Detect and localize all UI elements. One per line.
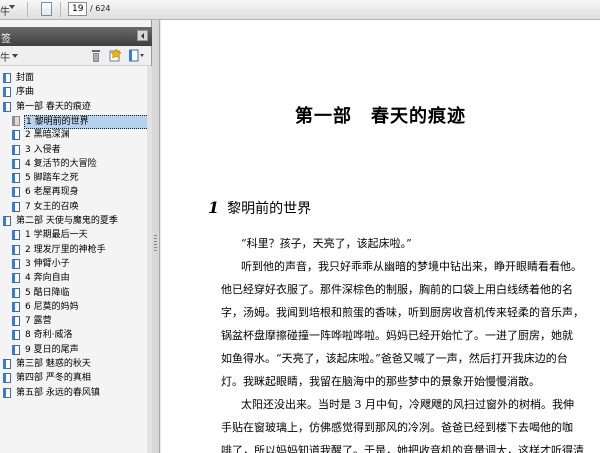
expand-bookmark-icon[interactable] [129, 49, 144, 62]
bookmark-label: 3 入侵者 [25, 144, 61, 155]
page-total-label: / 624 [90, 4, 111, 13]
bookmark-label: 1 学期最后一天 [25, 230, 88, 241]
bookmark-icon [12, 130, 20, 141]
toolbar-divider [60, 2, 61, 17]
bookmark-icon [3, 387, 11, 398]
bookmark-icon [12, 187, 20, 198]
bookmark-label: 第一部 春天的痕迹 [16, 101, 91, 112]
bookmark-label: 封面 [16, 73, 35, 83]
delete-bookmark-icon[interactable] [91, 50, 101, 62]
bookmark-icon [12, 115, 20, 126]
bookmark-label: 9 夏日的尾声 [25, 344, 79, 355]
document-page: 第一部 春天的痕迹 1 黎明前的世界 “科里？孩子，天亮了，该起床啦。” 听到他的声… [161, 20, 600, 453]
body-text-line: 如鱼得水。“天亮了，该起床啦。”爸爸又喊了一声，然后打开我床边的台 [221, 352, 568, 365]
bookmark-label: 7 女王的召唤 [25, 201, 79, 212]
bookmark-label: 5 酷日降临 [25, 287, 70, 298]
splitter-grip-icon[interactable] [154, 235, 157, 253]
bookmark-label: 第五部 永远的春风镇 [16, 387, 100, 398]
chapter-title: 黎明前的世界 [227, 201, 312, 217]
bookmark-icon [12, 301, 20, 312]
bookmark-icon [12, 258, 20, 269]
toolbar-divider [27, 2, 28, 17]
bookmark-label: 7 露营 [25, 316, 52, 327]
bookmark-label: 第二部 天使与魔鬼的夏季 [16, 216, 118, 226]
bookmark-icon [3, 87, 11, 98]
main-toolbar: 牛 19 / 624 [0, 0, 600, 20]
bookmark-tree: 封面序曲第一部 春天的痕迹 1 黎明前的世界 2 黑暗深渊 3 入侵者 4 复活节的大冒… [0, 72, 147, 447]
bookmark-label: 8 奇利·威洛 [25, 330, 73, 341]
chevron-down-icon[interactable] [12, 54, 18, 58]
bookmark-icon [12, 273, 20, 284]
bookmark-icon [3, 373, 11, 384]
bookmark-label: 第三部 魅惑的秋天 [16, 359, 91, 369]
bookmark-label: 6 尼莫的妈妈 [25, 301, 79, 312]
chevron-down-icon[interactable] [9, 5, 15, 9]
body-text-line: 他已经穿好衣服了。那件深棕色的制服，胸前的口袋上用白线绣着他的名 [221, 283, 573, 296]
panel-header: 签 [0, 27, 152, 46]
bookmark-label: 5 脚踏车之死 [25, 173, 79, 184]
bookmark-icon [3, 101, 11, 112]
part-title: 第一部 春天的痕迹 [295, 106, 466, 127]
bookmark-icon [12, 158, 20, 169]
page-view-icon[interactable] [41, 2, 52, 16]
bookmark-icon [12, 344, 20, 355]
bookmark-icon [12, 144, 20, 155]
bookmark-label: 第四部 严冬的真相 [16, 373, 91, 384]
chapter-number: 1 [208, 198, 220, 217]
collapse-panel-button[interactable] [137, 30, 148, 41]
chapter-heading: 1 黎明前的世界 [208, 198, 311, 218]
new-bookmark-icon[interactable] [109, 49, 122, 62]
bookmark-label: 2 理发厅里的神枪手 [25, 244, 106, 255]
bookmark-icon [3, 359, 11, 369]
bookmark-label: 6 老屋再现身 [25, 187, 79, 198]
bookmark-icon [12, 244, 20, 255]
bookmarks-panel: 签 牛 封面序曲第一部 春天的痕迹 1 黎明前的世界 2 黑暗深渊 3 入侵者 4 复活… [0, 20, 152, 453]
body-text-line: 听到他的声音，我只好乖乖从幽暗的梦境中钻出来，睁开眼睛看看他。 [241, 260, 582, 273]
panel-toolbar: 牛 [0, 46, 151, 66]
bookmark-icon [3, 216, 11, 226]
bookmark-icon [12, 316, 20, 327]
body-text-line: “科里？孩子，天亮了，该起床啦。” [241, 237, 412, 250]
options-menu-label[interactable]: 牛 [0, 49, 10, 64]
bookmark-label: 2 黑暗深渊 [25, 130, 70, 141]
body-text-line: 锅盆杯盘摩擦碰撞一阵哗啦哗啦。妈妈已经开始忙了。一进了厨房，她就 [221, 329, 573, 342]
body-text-line: 字，汤姆。我闻到培根和煎蛋的香味，听到厨房收音机传来轻柔的音乐声， [221, 306, 584, 319]
panel-splitter[interactable] [152, 20, 160, 453]
bookmark-icon [12, 287, 20, 298]
panel-title: 签 [1, 34, 11, 45]
body-text-line: 啡了，所以妈妈知道我醒了。于是，她把收音机的音量调大，这样才听得清 [221, 444, 584, 453]
bookmark-label: 1 黎明前的世界 [24, 114, 147, 129]
bookmark-label: 4 奔向自由 [25, 273, 70, 284]
body-text-line: 太阳还没出来。当时是 3 月中旬，冷飕飕的风扫过窗外的树梢。我伸 [241, 398, 574, 411]
bookmark-icon [3, 73, 11, 83]
bookmark-icon [12, 230, 20, 241]
body-text-line: 手贴在窗玻璃上，仿佛感觉得到那风的冷冽。爸爸已经到楼下去喝他的咖 [221, 421, 573, 434]
bookmark-label: 4 复活节的大冒险 [25, 158, 97, 169]
bookmark-label: 3 伸臂小子 [25, 258, 70, 269]
bookmark-label: 序曲 [16, 87, 35, 98]
bookmark-icon [12, 173, 20, 184]
page-number-input[interactable]: 19 [68, 2, 87, 16]
body-text-line: 灯。我眯起眼睛，我留在脑海中的那些梦中的景象开始慢慢消散。 [221, 375, 540, 388]
bookmark-icon [12, 330, 20, 341]
bookmark-icon [12, 201, 20, 212]
